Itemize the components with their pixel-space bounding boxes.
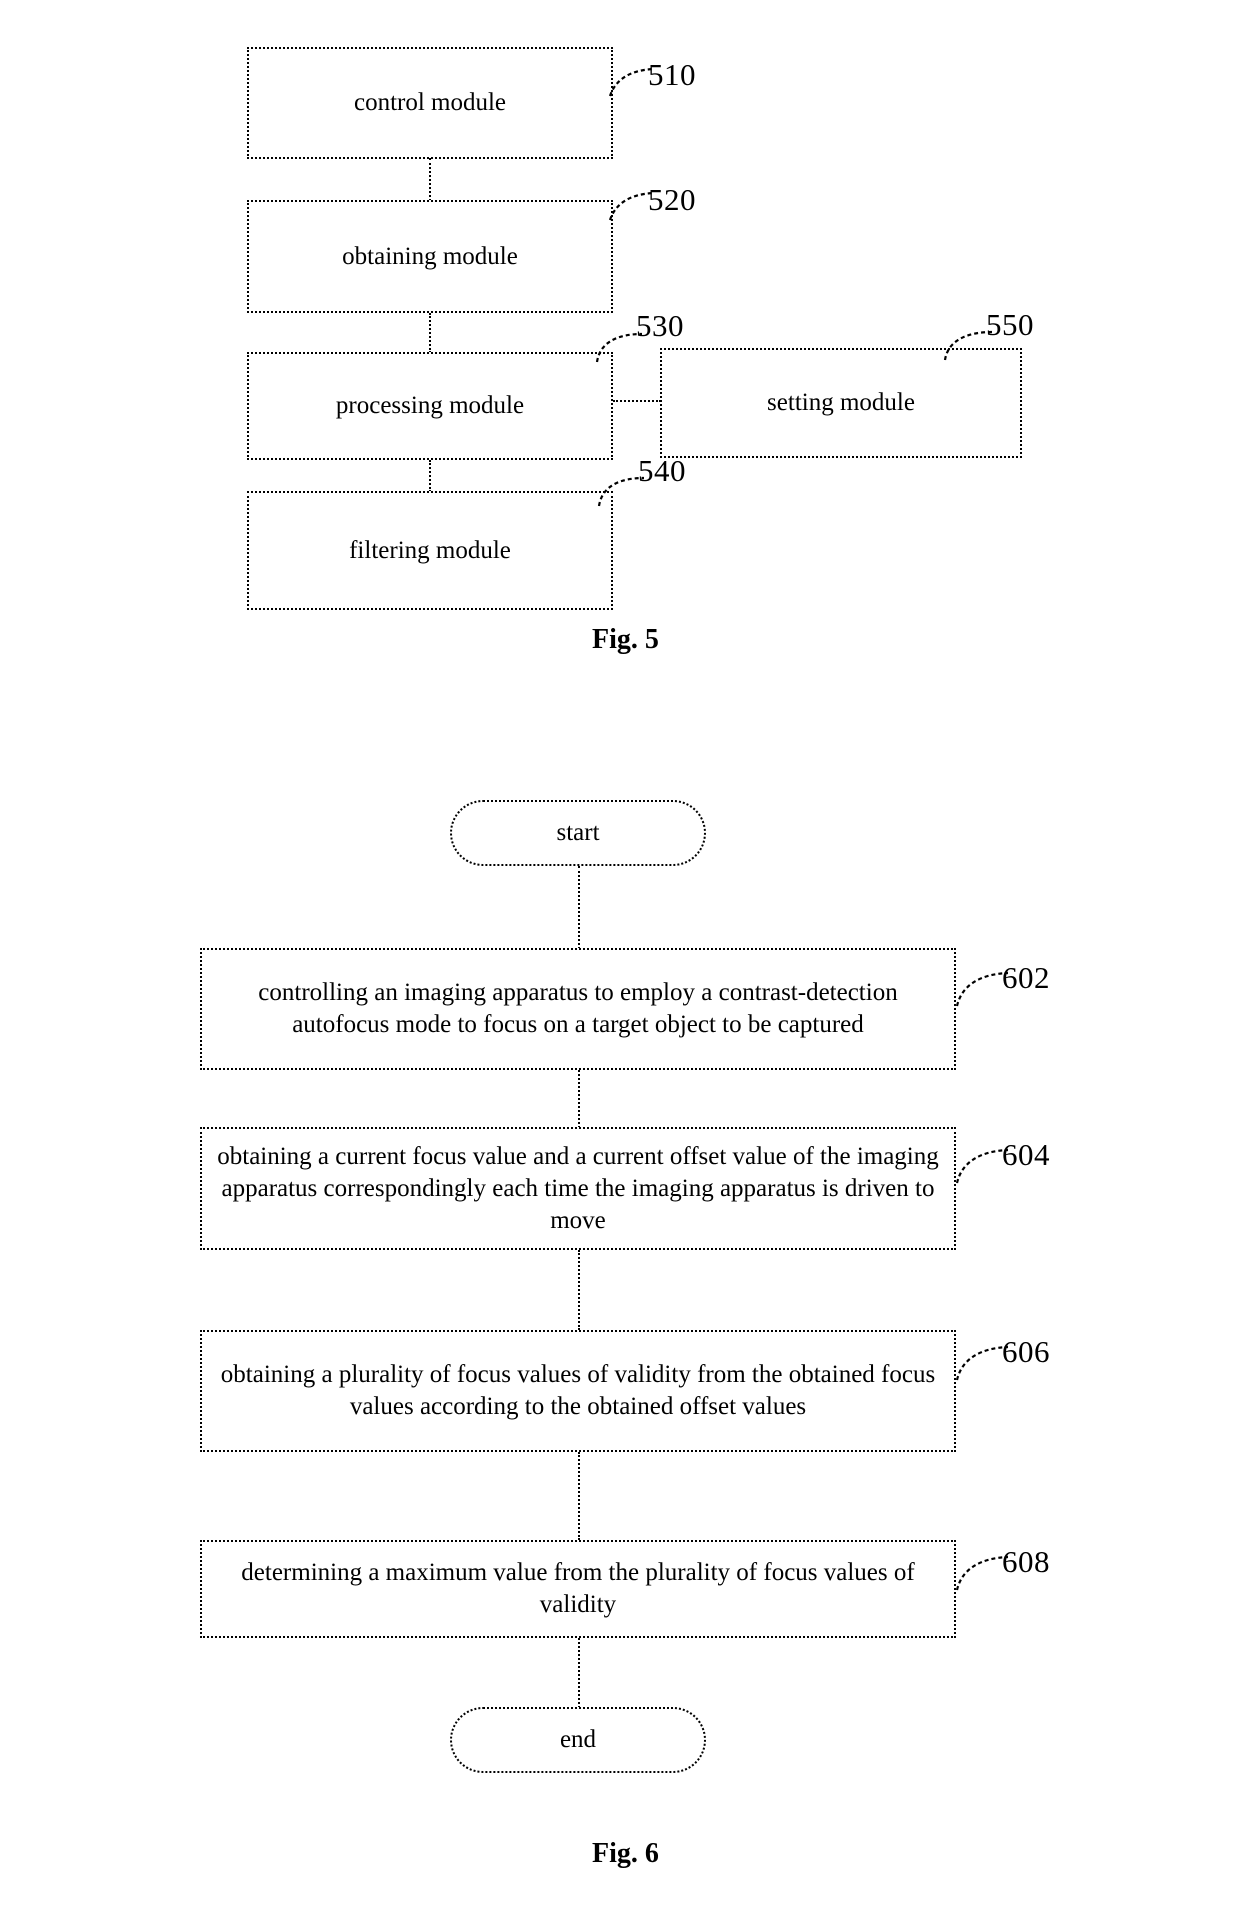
block-setting-module-label: setting module	[767, 389, 915, 416]
ref-510: 510	[648, 57, 696, 92]
ref-520: 520	[648, 182, 696, 217]
ref-540: 540	[638, 453, 686, 488]
block-filtering-module: filtering module	[247, 491, 613, 610]
step-box-608-text: determining a maximum value from the plu…	[241, 1559, 915, 1618]
connector-processing-to-filtering	[429, 460, 431, 492]
connector-processing-to-setting	[613, 400, 661, 402]
terminator-end-label: end	[559, 1726, 597, 1753]
block-control-module-label: control module	[353, 89, 507, 116]
figure-5-caption: Fig. 5	[592, 624, 659, 655]
connector-start-to-step-602	[578, 866, 580, 949]
block-control-module: control module	[247, 47, 613, 159]
connector-control-to-obtaining	[429, 158, 431, 201]
block-obtaining-module-label: obtaining module	[342, 242, 518, 270]
terminator-start: start	[450, 800, 706, 866]
ref-604: 604	[1002, 1137, 1050, 1172]
figure-sheet: control module obtaining module processi…	[0, 0, 1240, 1924]
step-box-602: controlling an imaging apparatus to empl…	[200, 948, 956, 1070]
step-box-608: determining a maximum value from the plu…	[200, 1540, 956, 1638]
block-processing-module: processing module	[247, 352, 613, 460]
block-obtaining-module: obtaining module	[247, 200, 613, 313]
connector-obtaining-to-processing	[429, 313, 431, 353]
block-setting-module: setting module	[660, 348, 1022, 458]
connector-step-608-to-end	[578, 1638, 580, 1708]
ref-606: 606	[1002, 1334, 1050, 1369]
terminator-start-label: start	[556, 819, 600, 846]
ref-530: 530	[636, 308, 684, 343]
connector-step-602-to-604	[578, 1070, 580, 1128]
step-box-606: obtaining a plurality of focus values of…	[200, 1330, 956, 1452]
step-box-604: obtaining a current focus value and a cu…	[200, 1127, 956, 1250]
step-box-604-text: obtaining a current focus value and a cu…	[217, 1142, 939, 1234]
block-filtering-module-label: filtering module	[349, 536, 511, 564]
step-box-606-text: obtaining a plurality of focus values of…	[220, 1361, 936, 1420]
step-box-602-text: controlling an imaging apparatus to empl…	[258, 979, 898, 1038]
connector-step-606-to-608	[578, 1452, 580, 1540]
terminator-end: end	[450, 1707, 706, 1773]
ref-550: 550	[986, 307, 1034, 342]
ref-608: 608	[1002, 1544, 1050, 1579]
block-processing-module-label: processing module	[335, 392, 525, 419]
ref-602: 602	[1002, 960, 1050, 995]
connector-step-604-to-606	[578, 1250, 580, 1330]
figure-6-caption: Fig. 6	[592, 1838, 659, 1869]
